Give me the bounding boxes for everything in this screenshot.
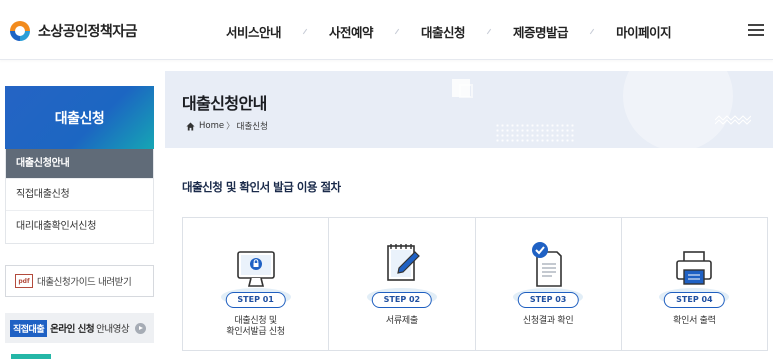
step-label-line: 대출신청 및 [234,316,277,326]
play-icon [135,322,147,334]
guide-download-button[interactable]: pdf 대출신청가이드 내려받기 [5,265,154,297]
step-label-line: 확인서 출력 [673,316,716,326]
site-logo[interactable]: 소상공인정책자금 [8,18,138,44]
guide-download-label: 대출신청가이드 내려받기 [37,277,132,288]
step-label: 확인서 출력 [622,316,767,327]
breadcrumb: Home 〉 대출신청 [186,120,268,132]
step-item: STEP 04 확인서 출력 [622,218,767,350]
step-badge: STEP 01 [225,292,286,308]
next-sidebar-item-edge [11,354,51,359]
step-badge: STEP 02 [371,292,433,308]
breadcrumb-current: 대출신청 [236,122,268,132]
printer-icon [676,251,713,285]
steps-panel: STEP 01 대출신청 및 확인서발급 신청 STEP 02 서류제출 STE… [182,217,768,351]
breadcrumb-home[interactable]: Home [199,121,224,131]
nav-item-reservation[interactable]: 사전예약 [329,22,374,41]
sidebar-menu: 대출신청안내 직접대출신청 대리대출확인서신청 [5,149,154,244]
step-label-line: 확인서발급 신청 [226,327,285,337]
sidebar-item-loan-guide[interactable]: 대출신청안내 [6,149,153,179]
logo-icon [8,19,32,43]
nav-separator [486,28,492,35]
banner-dots-decoration [495,123,575,143]
step-badge: STEP 03 [517,292,579,308]
step-item: STEP 02 서류제출 [329,218,476,350]
home-icon[interactable] [186,121,195,131]
document-pen-icon [387,244,420,281]
video-label: 안내영상 [96,324,130,335]
step-item: STEP 03 신청결과 확인 [476,218,622,350]
nav-separator [302,28,308,35]
page-title: 대출신청안내 [182,94,267,113]
nav-separator [394,28,400,35]
step-badge: STEP 04 [664,292,725,308]
nav-separator [589,28,595,35]
step-label: 신청결과 확인 [476,316,621,327]
sidebar-item-direct-loan[interactable]: 직접대출신청 [6,179,153,211]
hamburger-menu-icon[interactable] [748,24,764,36]
video-guide-button[interactable]: 직접대출 온라인 신청 안내영상 [5,313,154,343]
monitor-lock-icon [236,251,275,287]
nav-item-certificate[interactable]: 제증명발급 [513,22,569,41]
banner-wave-decoration [715,115,751,125]
video-tag: 직접대출 [10,319,48,337]
logo-text: 소상공인정책자금 [38,24,138,40]
pdf-icon: pdf [15,274,33,288]
step-label-line: 서류제출 [385,316,418,326]
sidebar-title-text: 대출신청 [54,110,105,127]
step-label-line: 신청결과 확인 [522,316,574,326]
sidebar-title: 대출신청 [5,86,154,149]
video-label-bold: 온라인 신청 [50,324,95,335]
nav-item-loan-apply[interactable]: 대출신청 [421,22,466,41]
top-header: 소상공인정책자금 서비스안내 사전예약 대출신청 제증명발급 마이페이지 [0,0,773,60]
step-label: 대출신청 및 확인서발급 신청 [183,316,328,338]
document-check-icon [532,242,562,287]
sidebar-item-agency-certificate[interactable]: 대리대출확인서신청 [6,211,153,243]
nav-item-service[interactable]: 서비스안내 [226,22,282,41]
banner-decoration [459,84,473,98]
main-nav: 서비스안내 사전예약 대출신청 제증명발급 마이페이지 [226,22,672,41]
step-label: 서류제출 [329,316,474,327]
section-title: 대출신청 및 확인서 발급 이용 절차 [182,180,341,194]
step-item: STEP 01 대출신청 및 확인서발급 신청 [183,218,330,350]
banner-decoration [623,71,733,148]
breadcrumb-separator: 〉 [226,122,235,132]
nav-item-mypage[interactable]: 마이페이지 [616,22,672,41]
